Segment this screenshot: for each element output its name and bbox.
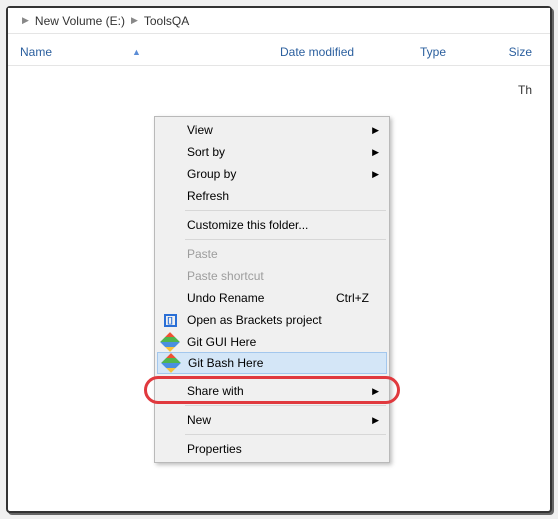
menu-view[interactable]: View ▶ [157, 119, 387, 141]
menu-label: Paste shortcut [187, 269, 387, 283]
context-menu: View ▶ Sort by ▶ Group by ▶ Refresh Cust… [154, 116, 390, 463]
menu-separator [185, 405, 386, 406]
menu-label: Paste [187, 247, 387, 261]
menu-git-gui[interactable]: Git GUI Here [157, 331, 387, 353]
column-name-label: Name [20, 45, 52, 59]
menu-undo-rename[interactable]: Undo Rename Ctrl+Z [157, 287, 387, 309]
column-headers: Name ▲ Date modified Type Size [8, 34, 550, 66]
chevron-right-icon: ▶ [125, 15, 144, 26]
column-date[interactable]: Date modified [268, 45, 408, 59]
menu-group-by[interactable]: Group by ▶ [157, 163, 387, 185]
breadcrumb[interactable]: ▶ New Volume (E:) ▶ ToolsQA [8, 8, 550, 34]
git-icon [162, 334, 178, 350]
brackets-icon: [] [162, 312, 178, 328]
menu-refresh[interactable]: Refresh [157, 185, 387, 207]
breadcrumb-seg-volume[interactable]: New Volume (E:) [35, 14, 125, 28]
menu-label: Sort by [187, 145, 387, 159]
menu-label: Refresh [187, 189, 387, 203]
menu-label: Properties [187, 442, 387, 456]
column-type[interactable]: Type [408, 45, 488, 59]
menu-customize-folder[interactable]: Customize this folder... [157, 214, 387, 236]
explorer-window: ▶ New Volume (E:) ▶ ToolsQA Name ▲ Date … [6, 6, 552, 513]
submenu-arrow-icon: ▶ [372, 147, 379, 158]
submenu-arrow-icon: ▶ [372, 169, 379, 180]
chevron-right-icon: ▶ [16, 15, 35, 26]
menu-new[interactable]: New ▶ [157, 409, 387, 431]
menu-paste-shortcut: Paste shortcut [157, 265, 387, 287]
column-size[interactable]: Size [488, 45, 550, 59]
menu-label: Open as Brackets project [187, 313, 387, 327]
menu-share-with[interactable]: Share with ▶ [157, 380, 387, 402]
menu-separator [185, 434, 386, 435]
submenu-arrow-icon: ▶ [372, 386, 379, 397]
menu-separator [185, 210, 386, 211]
menu-label: Group by [187, 167, 387, 181]
menu-label: Share with [187, 384, 387, 398]
empty-folder-text: Th [518, 83, 532, 97]
column-name[interactable]: Name ▲ [8, 45, 268, 59]
git-icon [163, 355, 179, 371]
menu-open-brackets[interactable]: [] Open as Brackets project [157, 309, 387, 331]
menu-git-bash[interactable]: Git Bash Here [157, 352, 387, 374]
menu-label: Customize this folder... [187, 218, 387, 232]
submenu-arrow-icon: ▶ [372, 125, 379, 136]
menu-label: Git GUI Here [187, 335, 387, 349]
menu-shortcut: Ctrl+Z [336, 291, 387, 305]
menu-label: View [187, 123, 387, 137]
menu-separator [185, 239, 386, 240]
submenu-arrow-icon: ▶ [372, 415, 379, 426]
menu-paste: Paste [157, 243, 387, 265]
breadcrumb-seg-folder[interactable]: ToolsQA [144, 14, 189, 28]
sort-ascending-icon: ▲ [132, 47, 141, 57]
menu-properties[interactable]: Properties [157, 438, 387, 460]
menu-label: Git Bash Here [188, 356, 386, 370]
menu-separator [185, 376, 386, 377]
menu-label: New [187, 413, 387, 427]
menu-label: Undo Rename [187, 291, 336, 305]
menu-sort-by[interactable]: Sort by ▶ [157, 141, 387, 163]
